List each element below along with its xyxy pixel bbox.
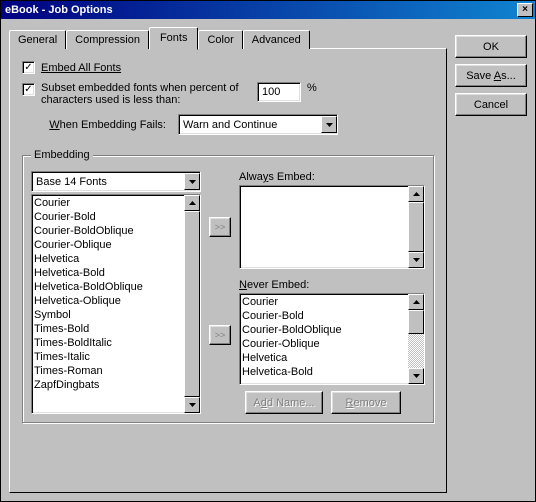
window-title: eBook - Job Options — [3, 4, 517, 16]
list-item[interactable]: Times-Bold — [34, 322, 182, 336]
list-item[interactable]: Times-Italic — [34, 350, 182, 364]
available-fonts-items: CourierCourier-BoldCourier-BoldObliqueCo… — [32, 195, 184, 413]
tab-fonts[interactable]: Fonts — [149, 27, 199, 50]
chevron-down-icon — [184, 173, 200, 190]
subset-checkbox[interactable]: ✓ — [22, 83, 35, 96]
percent-sign: % — [307, 82, 317, 94]
scroll-down-icon[interactable] — [184, 397, 200, 413]
list-item[interactable]: Helvetica-BoldOblique — [34, 280, 182, 294]
tab-general[interactable]: General — [9, 30, 66, 49]
add-to-always-button[interactable]: >> — [209, 217, 231, 237]
save-as-button[interactable]: Save As... — [455, 64, 527, 87]
always-embed-label: Always Embed: — [239, 171, 425, 183]
client-area: General Compression Fonts Color Advanced… — [1, 19, 535, 501]
always-embed-list[interactable] — [239, 185, 425, 269]
target-column: Always Embed: — [239, 171, 425, 414]
add-to-never-button[interactable]: >> — [209, 325, 231, 345]
font-source-value: Base 14 Fonts — [32, 176, 184, 188]
scroll-down-icon[interactable] — [408, 252, 424, 268]
scroll-thumb[interactable] — [408, 310, 424, 334]
chevron-down-icon — [321, 116, 337, 133]
embedding-group: Embedding Base 14 Fonts — [22, 149, 434, 423]
when-fails-select[interactable]: Warn and Continue — [178, 114, 338, 135]
list-item[interactable]: Helvetica-Oblique — [34, 294, 182, 308]
dialog-window: eBook - Job Options × General Compressio… — [0, 0, 536, 502]
embed-all-checkbox[interactable]: ✓ — [22, 61, 35, 74]
always-embed-items — [240, 186, 408, 268]
never-embed-items: CourierCourier-BoldCourier-BoldObliqueCo… — [240, 294, 408, 384]
tab-compression[interactable]: Compression — [66, 30, 149, 49]
scroll-thumb[interactable] — [408, 202, 424, 252]
tab-advanced[interactable]: Advanced — [243, 30, 310, 49]
embedding-columns: Base 14 Fonts CourierCourier-BoldCourier… — [31, 171, 425, 414]
list-item[interactable]: Courier — [34, 196, 182, 210]
subset-label: Subset embedded fonts when percent of ch… — [41, 82, 251, 106]
list-item[interactable]: Courier — [242, 295, 406, 309]
never-embed-label: Never Embed: — [239, 279, 425, 291]
close-icon: × — [522, 5, 528, 15]
scrollbar[interactable] — [408, 294, 424, 384]
embed-all-row: ✓ Embed All Fonts — [22, 61, 434, 74]
arrow-column: >> >> — [209, 171, 231, 414]
list-item[interactable]: Times-Roman — [34, 364, 182, 378]
list-item[interactable]: Courier-BoldOblique — [242, 323, 406, 337]
add-name-button[interactable]: Add Name... — [245, 391, 323, 414]
list-item[interactable]: Courier-Oblique — [34, 238, 182, 252]
scroll-up-icon[interactable] — [408, 186, 424, 202]
list-item[interactable]: Courier-Bold — [242, 309, 406, 323]
close-button[interactable]: × — [517, 3, 533, 17]
main-area: General Compression Fonts Color Advanced… — [9, 27, 447, 493]
cancel-button[interactable]: Cancel — [455, 93, 527, 116]
tab-strip: General Compression Fonts Color Advanced — [9, 27, 447, 48]
scroll-up-icon[interactable] — [184, 195, 200, 211]
list-item[interactable]: Courier-BoldOblique — [34, 224, 182, 238]
tab-color[interactable]: Color — [198, 30, 242, 49]
scroll-up-icon[interactable] — [408, 294, 424, 310]
when-fails-value: Warn and Continue — [179, 119, 321, 131]
when-fails-row: When Embedding Fails: Warn and Continue — [22, 114, 434, 135]
remove-button[interactable]: Remove — [331, 391, 401, 414]
source-column: Base 14 Fonts CourierCourier-BoldCourier… — [31, 171, 201, 414]
embedding-legend: Embedding — [31, 149, 93, 161]
list-action-buttons: Add Name... Remove — [239, 391, 425, 414]
list-item[interactable]: Helvetica — [242, 351, 406, 365]
fonts-panel: ✓ Embed All Fonts ✓ Subset embedded font… — [9, 48, 447, 493]
list-item[interactable]: Symbol — [34, 308, 182, 322]
subset-percent-input[interactable] — [257, 82, 301, 102]
dialog-buttons: OK Save As... Cancel — [455, 27, 527, 493]
list-item[interactable]: Helvetica-Bold — [34, 266, 182, 280]
list-item[interactable]: Helvetica-Bold — [242, 365, 406, 379]
available-fonts-list[interactable]: CourierCourier-BoldCourier-BoldObliqueCo… — [31, 194, 201, 414]
when-fails-label: When Embedding Fails: — [22, 119, 172, 131]
subset-row: ✓ Subset embedded fonts when percent of … — [22, 82, 434, 106]
titlebar: eBook - Job Options × — [1, 1, 535, 19]
scroll-down-icon[interactable] — [408, 368, 424, 384]
list-item[interactable]: Courier-Oblique — [242, 337, 406, 351]
scrollbar[interactable] — [184, 195, 200, 413]
list-item[interactable]: ZapfDingbats — [34, 378, 182, 392]
scrollbar[interactable] — [408, 186, 424, 268]
embed-all-label: Embed All Fonts — [41, 62, 121, 74]
ok-button[interactable]: OK — [455, 35, 527, 58]
scroll-thumb[interactable] — [184, 211, 200, 397]
list-item[interactable]: Times-BoldItalic — [34, 336, 182, 350]
never-embed-list[interactable]: CourierCourier-BoldCourier-BoldObliqueCo… — [239, 293, 425, 385]
font-source-select[interactable]: Base 14 Fonts — [31, 171, 201, 192]
list-item[interactable]: Courier-Bold — [34, 210, 182, 224]
list-item[interactable]: Helvetica — [34, 252, 182, 266]
